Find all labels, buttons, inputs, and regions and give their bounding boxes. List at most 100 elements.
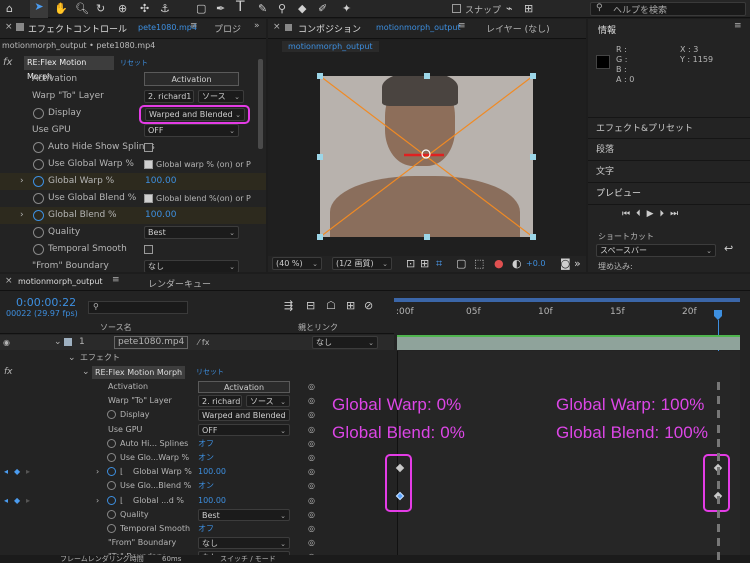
handle[interactable] — [317, 154, 323, 160]
use-global-warp-checkbox[interactable] — [144, 160, 153, 169]
expression-pickwhip-icon[interactable]: ◎ — [308, 536, 315, 550]
global-blend-value[interactable]: 100.00 — [145, 207, 177, 224]
zoom-dropdown[interactable]: (40 %) ⌄ — [272, 257, 322, 270]
clone-stamp-icon[interactable]: ⚲ — [278, 2, 286, 16]
effect-reset[interactable]: リセット — [120, 58, 148, 68]
stopwatch-icon[interactable] — [107, 524, 116, 533]
last-frame-icon[interactable]: ⏭ — [670, 209, 684, 219]
brush-tool-icon[interactable]: ✎ — [258, 2, 267, 16]
auto-hide-checkbox[interactable] — [144, 143, 153, 152]
stopwatch-icon[interactable] — [33, 227, 44, 238]
stopwatch-icon[interactable] — [33, 210, 44, 221]
stopwatch-icon[interactable] — [107, 467, 116, 477]
timeline-effect-name[interactable]: RE:Flex Motion Morph — [92, 366, 186, 379]
expand-arrow-icon[interactable]: › — [20, 173, 24, 190]
from-boundary-dropdown[interactable]: なし ⌄ — [144, 260, 239, 272]
motion-blur-icon[interactable]: ⊘ — [364, 299, 373, 313]
expression-pickwhip-icon[interactable]: ◎ — [308, 380, 315, 394]
camera-icon[interactable]: ◙ — [560, 257, 571, 271]
label-color-swatch[interactable] — [64, 338, 72, 346]
timeline-search[interactable]: ⚲ — [88, 301, 188, 314]
prop-value[interactable]: オン — [198, 451, 214, 465]
info-title[interactable]: 情報 — [598, 23, 616, 36]
expression-pickwhip-icon[interactable]: ◎ — [308, 451, 315, 465]
exposure-icon[interactable]: ◐ — [512, 257, 522, 271]
prop-value[interactable]: 100.00 — [198, 494, 226, 508]
prop-value[interactable]: 100.00 — [198, 465, 226, 479]
effect-controls-file[interactable]: pete1080.mp4 — [138, 23, 197, 32]
layer-tab[interactable]: レイヤー (なし) — [486, 22, 550, 35]
prev-keyframe-icon[interactable]: ◂ — [4, 465, 8, 479]
character-tab[interactable]: 文字 — [588, 161, 750, 183]
keyframe-toggle-icon[interactable]: ◆ — [14, 494, 20, 508]
column-source-name[interactable]: ソース名 — [100, 322, 132, 333]
warp-to-layer-dropdown[interactable]: 2. richard1 — [144, 90, 194, 103]
expand-arrow-icon[interactable]: › — [96, 465, 99, 479]
activation-button[interactable]: Activation — [144, 72, 239, 86]
close-icon[interactable]: × — [5, 22, 13, 32]
warp-to-source-dropdown[interactable]: ソース ⌄ — [198, 90, 244, 103]
temporal-checkbox[interactable] — [144, 245, 153, 254]
handle[interactable] — [530, 234, 536, 240]
stopwatch-icon[interactable] — [107, 438, 116, 448]
stopwatch-icon[interactable] — [33, 142, 44, 153]
camera-tool-icon[interactable]: ⊕ — [118, 2, 127, 16]
help-search[interactable]: ⚲ ヘルプを検索 — [590, 2, 746, 16]
effect-scrollbar[interactable] — [258, 59, 263, 149]
panel-lock-icon[interactable] — [285, 24, 292, 31]
snap-icon[interactable]: ⌁ — [506, 2, 513, 16]
prop-dropdown[interactable]: Warped and Blended ⌄ — [198, 409, 290, 422]
stopwatch-icon[interactable] — [33, 159, 44, 170]
prop-value[interactable]: オフ — [198, 522, 214, 536]
handle[interactable] — [317, 234, 323, 240]
color-channel-icon[interactable]: ● — [494, 257, 504, 271]
expand-arrow-icon[interactable]: › — [96, 494, 99, 508]
anchor-icon[interactable]: ⚓︎ — [160, 2, 170, 16]
prop-value[interactable]: オフ — [198, 437, 214, 451]
mask-icon[interactable]: ⊞ — [420, 257, 429, 271]
render-queue-tab[interactable]: レンダーキュー — [148, 277, 211, 290]
parent-dropdown[interactable]: なし ⌄ — [312, 336, 378, 349]
hand-tool-icon[interactable]: ✋ — [54, 2, 68, 16]
stopwatch-icon[interactable] — [107, 481, 116, 491]
first-frame-icon[interactable]: ⏮ — [622, 209, 636, 219]
stopwatch-icon[interactable] — [107, 453, 116, 462]
panel-menu-icon[interactable]: ≡ — [190, 21, 198, 31]
shy-icon[interactable]: ☖ — [326, 299, 336, 313]
transparency-grid-icon[interactable]: ⊡ — [406, 257, 415, 271]
timecode[interactable]: 0:00:00:22 — [16, 296, 76, 309]
handle[interactable] — [530, 154, 536, 160]
loop-icon[interactable]: ↩ — [724, 242, 733, 256]
expression-pickwhip-icon[interactable]: ◎ — [308, 394, 315, 408]
composition-tab[interactable]: コンポジション — [298, 22, 361, 35]
rectangle-tool-icon[interactable]: ▢ — [196, 2, 206, 16]
prop-dropdown[interactable]: Best ⌄ — [198, 508, 290, 521]
stopwatch-icon[interactable] — [107, 509, 116, 519]
expression-pickwhip-icon[interactable]: ◎ — [308, 479, 315, 493]
stopwatch-icon[interactable] — [33, 244, 44, 255]
fx-icon[interactable]: fx — [4, 365, 13, 380]
selection-tool-icon[interactable]: ➤ — [30, 0, 48, 18]
expression-pickwhip-icon[interactable]: ◎ — [308, 408, 315, 422]
stopwatch-icon[interactable] — [33, 108, 44, 119]
use-global-blend-checkbox[interactable] — [144, 194, 153, 203]
visibility-icon[interactable]: ◉ — [3, 335, 10, 350]
handle[interactable] — [317, 73, 323, 79]
prop-dropdown[interactable]: なし⌄ — [198, 537, 290, 550]
pan-behind-icon[interactable]: ✣ — [140, 2, 149, 16]
comp-mini-flowchart-icon[interactable]: ⇶ — [284, 299, 293, 313]
handle[interactable] — [530, 73, 536, 79]
close-icon[interactable]: × — [5, 276, 13, 286]
expand-arrow-icon[interactable]: ⌄ — [82, 365, 90, 380]
snap-checkbox[interactable] — [452, 4, 461, 13]
layer-row[interactable]: ◉ ⌄ 1 pete1080.mp4 ⁄ fx なし ⌄ — [0, 335, 394, 350]
puppet-pin-icon[interactable]: ✦ — [342, 2, 351, 16]
next-keyframe-icon[interactable]: ▸ — [26, 494, 30, 508]
expression-pickwhip-icon[interactable]: ◎ — [308, 508, 315, 522]
project-tab[interactable]: プロジ — [214, 22, 241, 35]
effect-name[interactable]: RE:Flex Motion Morph — [24, 56, 114, 81]
panel-overflow-icon[interactable]: » — [254, 21, 260, 31]
expand-arrow-icon[interactable]: › — [20, 207, 24, 224]
column-parent[interactable]: 親とリンク — [298, 322, 338, 333]
align-icon[interactable]: ⊞ — [524, 2, 533, 16]
